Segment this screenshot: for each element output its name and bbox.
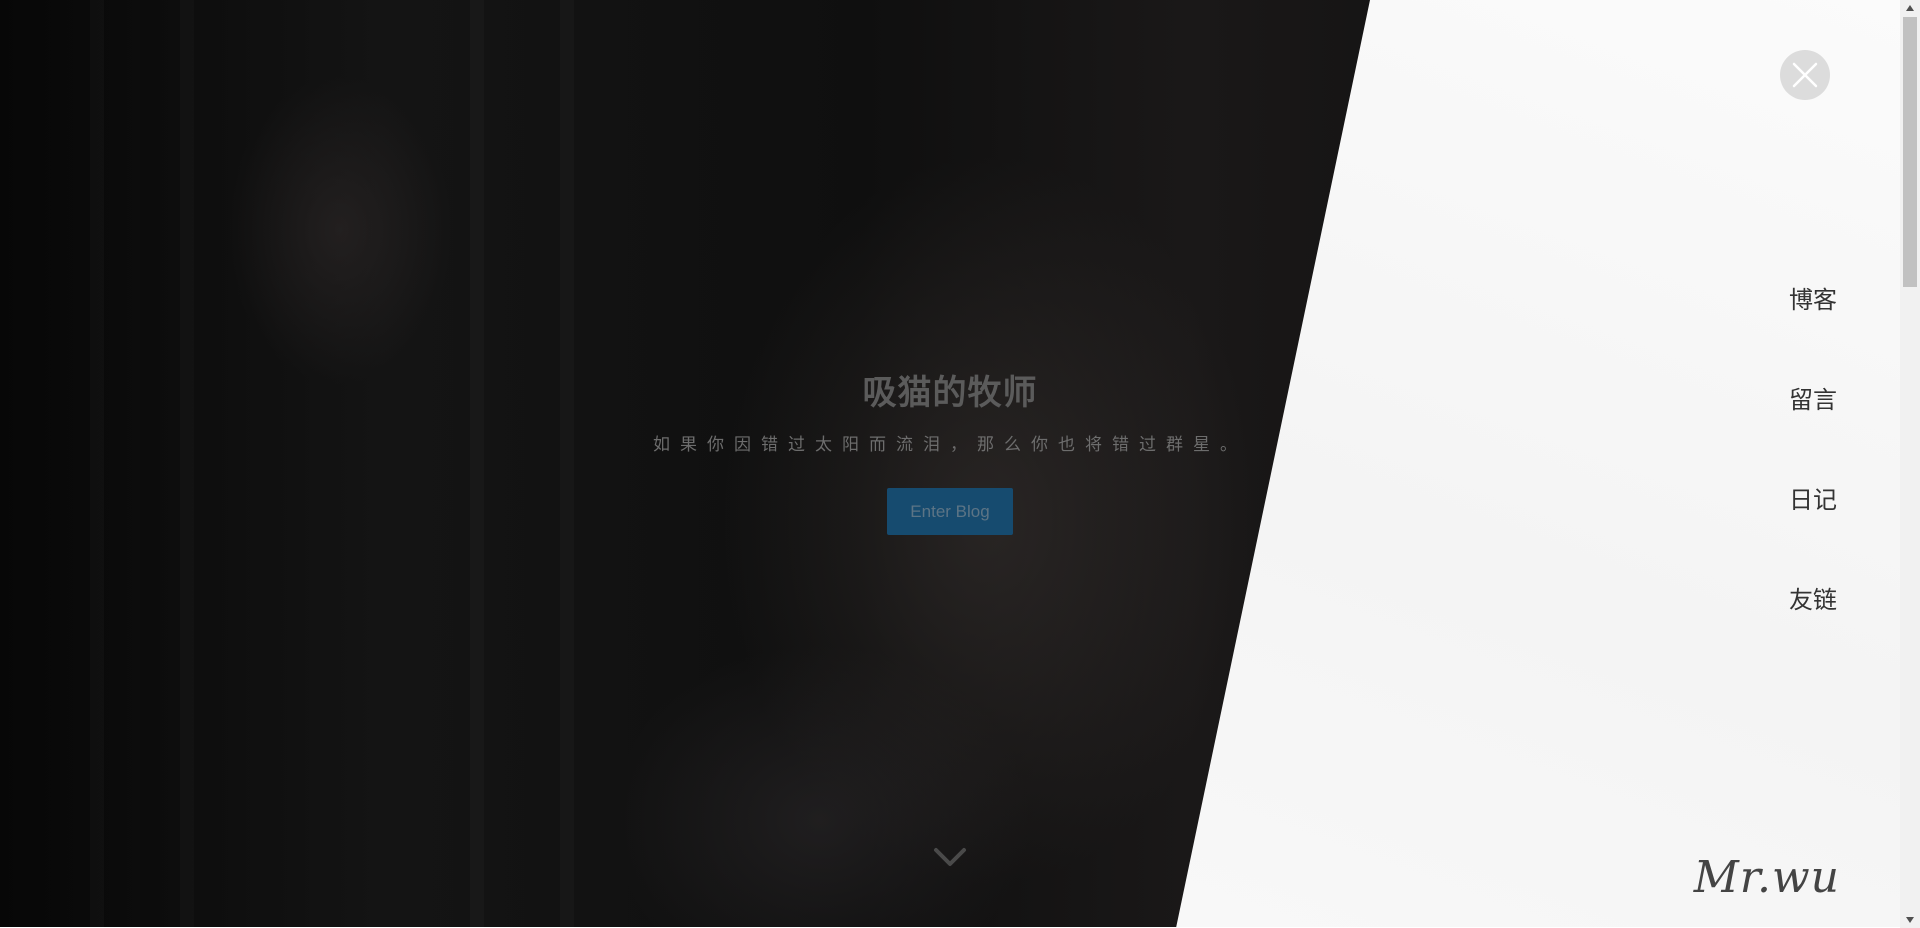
menu-item-blog[interactable]: 博客	[1789, 280, 1837, 380]
enter-blog-button[interactable]: Enter Blog	[887, 488, 1013, 535]
background-stripe	[470, 0, 484, 928]
scroll-down-arrow-icon[interactable]	[1900, 911, 1920, 928]
menu-item-diary[interactable]: 日记	[1789, 480, 1837, 580]
close-button[interactable]	[1780, 50, 1830, 100]
menu-item-guestbook[interactable]: 留言	[1789, 380, 1837, 480]
signature-logo: Mr.wu	[1693, 852, 1840, 903]
background-stripe	[560, 0, 574, 928]
menu-list: 博客 留言 日记 友链	[1789, 280, 1837, 680]
background-stripe	[90, 0, 104, 928]
site-title: 吸猫的牧师	[862, 373, 1038, 413]
scrollbar-thumb[interactable]	[1903, 17, 1917, 287]
scroll-up-arrow-icon[interactable]	[1900, 0, 1920, 17]
menu-item-friend-links[interactable]: 友链	[1789, 580, 1837, 680]
close-icon	[1792, 62, 1818, 88]
hero-content: 吸猫的牧师 如果你因错过太阳而流泪，那么你也将错过群星。 Enter Blog	[600, 370, 1300, 535]
site-motto: 如果你因错过太阳而流泪，那么你也将错过群星。	[653, 435, 1247, 455]
scrollbar[interactable]	[1900, 0, 1920, 928]
page: 吸猫的牧师 如果你因错过太阳而流泪，那么你也将错过群星。 Enter Blog …	[0, 0, 1920, 928]
chevron-down-icon[interactable]	[932, 840, 968, 876]
background-stripe	[180, 0, 194, 928]
